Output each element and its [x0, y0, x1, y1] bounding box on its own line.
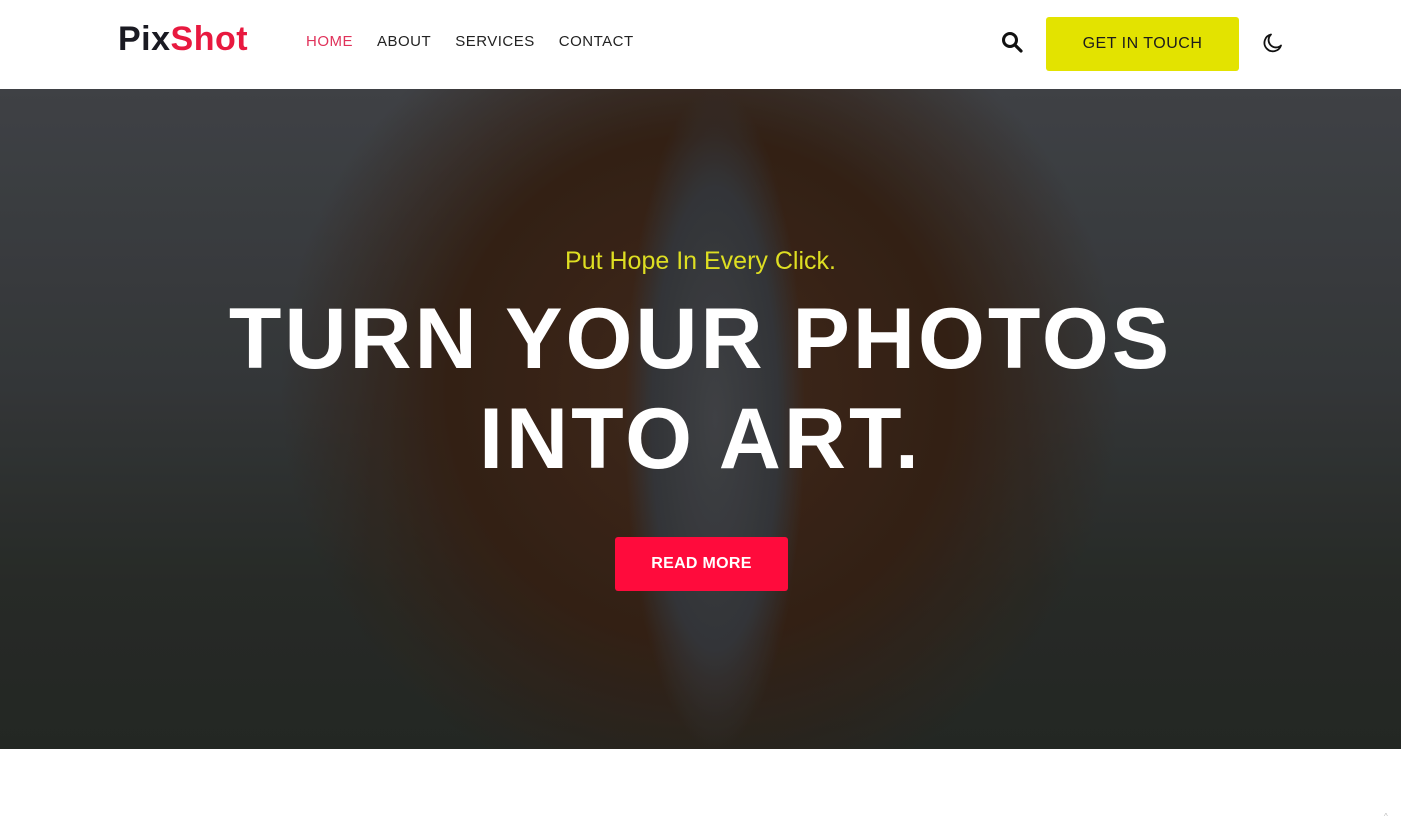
hero-banner: Put Hope In Every Click. TURN YOUR PHOTO… — [0, 89, 1401, 749]
hero-title: TURN YOUR PHOTOS INTO ART. — [0, 289, 1401, 489]
search-icon[interactable] — [1000, 30, 1024, 54]
site-header: PixShot HOME ABOUT SERVICES CONTACT GET … — [0, 0, 1401, 89]
hero-title-line1: TURN YOUR PHOTOS — [228, 291, 1173, 387]
nav-about[interactable]: ABOUT — [377, 33, 431, 50]
hero-tagline: Put Hope In Every Click. — [565, 247, 836, 275]
moon-icon[interactable] — [1261, 31, 1285, 55]
nav-home[interactable]: HOME — [306, 33, 353, 50]
hero-title-line2: INTO ART. — [479, 391, 922, 487]
nav-services[interactable]: SERVICES — [455, 33, 535, 50]
get-in-touch-button[interactable]: GET IN TOUCH — [1046, 17, 1239, 71]
logo[interactable]: PixShot — [118, 20, 248, 59]
nav-contact[interactable]: CONTACT — [559, 33, 634, 50]
main-nav: HOME ABOUT SERVICES CONTACT — [306, 33, 634, 50]
logo-part2: Shot — [170, 20, 249, 58]
logo-part1: Pix — [118, 20, 171, 58]
read-more-button[interactable]: READ MORE — [615, 537, 788, 591]
